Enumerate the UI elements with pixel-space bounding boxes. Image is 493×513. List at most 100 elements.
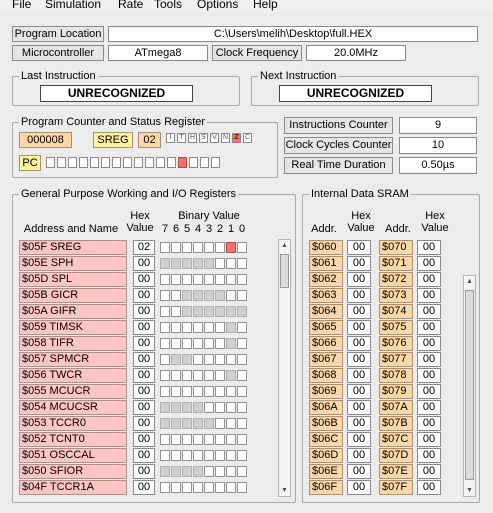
register-bit[interactable]	[215, 338, 225, 349]
register-bit[interactable]	[171, 386, 181, 397]
register-bit[interactable]	[160, 306, 170, 317]
register-bit[interactable]	[182, 466, 192, 477]
register-bit[interactable]	[160, 434, 170, 445]
register-hex-value[interactable]: 00	[133, 448, 155, 463]
register-bit[interactable]	[171, 258, 181, 269]
register-bit[interactable]	[193, 418, 203, 429]
register-bit[interactable]	[226, 290, 236, 301]
sram-value[interactable]: 00	[417, 368, 441, 383]
register-bit[interactable]	[204, 322, 214, 333]
register-bit[interactable]	[193, 338, 203, 349]
register-bit[interactable]	[193, 434, 203, 445]
register-bit[interactable]	[171, 402, 181, 413]
sram-value[interactable]: 00	[417, 400, 441, 415]
menu-file[interactable]: File	[12, 0, 31, 11]
sreg-flag-n[interactable]: N	[221, 133, 230, 143]
register-bit[interactable]	[226, 338, 236, 349]
register-hex-value[interactable]: 00	[133, 368, 155, 383]
register-bit[interactable]	[237, 450, 247, 461]
sram-value[interactable]: 00	[417, 320, 441, 335]
register-bit[interactable]	[204, 370, 214, 381]
register-bit[interactable]	[160, 450, 170, 461]
pc-bit[interactable]	[123, 157, 132, 168]
register-bit[interactable]	[215, 370, 225, 381]
register-bit[interactable]	[182, 338, 192, 349]
register-hex-value[interactable]: 00	[133, 320, 155, 335]
register-bit[interactable]	[171, 338, 181, 349]
register-bit[interactable]	[182, 386, 192, 397]
register-bit[interactable]	[237, 306, 247, 317]
register-bit[interactable]	[171, 242, 181, 253]
register-bit[interactable]	[215, 354, 225, 365]
register-bit[interactable]	[204, 386, 214, 397]
register-bit[interactable]	[226, 450, 236, 461]
pc-bit[interactable]	[167, 157, 176, 168]
register-bit[interactable]	[237, 434, 247, 445]
register-bit[interactable]	[160, 274, 170, 285]
register-bit[interactable]	[193, 450, 203, 461]
sram-value[interactable]: 00	[417, 384, 441, 399]
register-bit[interactable]	[215, 418, 225, 429]
register-bit[interactable]	[204, 434, 214, 445]
sram-value[interactable]: 00	[347, 336, 371, 351]
register-bit[interactable]	[204, 338, 214, 349]
register-bit[interactable]	[204, 258, 214, 269]
sram-value[interactable]: 00	[347, 256, 371, 271]
register-hex-value[interactable]: 00	[133, 464, 155, 479]
register-bit[interactable]	[182, 322, 192, 333]
register-bit[interactable]	[226, 354, 236, 365]
register-bit[interactable]	[193, 290, 203, 301]
register-bit[interactable]	[204, 274, 214, 285]
sreg-flag-c[interactable]: C	[243, 133, 252, 143]
register-bit[interactable]	[237, 402, 247, 413]
register-hex-value[interactable]: 00	[133, 352, 155, 367]
sram-value[interactable]: 00	[347, 480, 371, 495]
register-bit[interactable]	[193, 386, 203, 397]
sram-value[interactable]: 00	[417, 416, 441, 431]
pc-bit[interactable]	[178, 157, 187, 168]
sram-value[interactable]: 00	[417, 448, 441, 463]
register-hex-value[interactable]: 00	[133, 480, 155, 495]
register-bit[interactable]	[204, 450, 214, 461]
register-bit[interactable]	[193, 322, 203, 333]
pc-bit[interactable]	[101, 157, 110, 168]
register-bit[interactable]	[226, 306, 236, 317]
register-bit[interactable]	[171, 322, 181, 333]
register-bit[interactable]	[215, 386, 225, 397]
register-bit[interactable]	[204, 402, 214, 413]
sram-value[interactable]: 00	[347, 368, 371, 383]
register-bit[interactable]	[215, 258, 225, 269]
register-bit[interactable]	[171, 466, 181, 477]
register-bit[interactable]	[237, 274, 247, 285]
sram-value[interactable]: 00	[347, 304, 371, 319]
register-hex-value[interactable]: 00	[133, 416, 155, 431]
sram-value[interactable]: 00	[347, 288, 371, 303]
register-bit[interactable]	[226, 466, 236, 477]
sram-value[interactable]: 00	[347, 352, 371, 367]
register-bit[interactable]	[193, 482, 203, 493]
register-hex-value[interactable]: 00	[133, 256, 155, 271]
register-bit[interactable]	[237, 338, 247, 349]
scroll-down-icon[interactable]: ▼	[279, 485, 290, 496]
register-bit[interactable]	[237, 354, 247, 365]
register-bit[interactable]	[215, 434, 225, 445]
register-bit[interactable]	[182, 418, 192, 429]
sram-value[interactable]: 00	[347, 320, 371, 335]
register-bit[interactable]	[204, 354, 214, 365]
register-bit[interactable]	[160, 482, 170, 493]
register-bit[interactable]	[171, 274, 181, 285]
sram-value[interactable]: 00	[417, 272, 441, 287]
register-bit[interactable]	[160, 258, 170, 269]
register-bit[interactable]	[215, 290, 225, 301]
sram-value[interactable]: 00	[417, 464, 441, 479]
sram-value[interactable]: 00	[417, 480, 441, 495]
register-bit[interactable]	[182, 354, 192, 365]
register-bit[interactable]	[204, 466, 214, 477]
sreg-flag-z[interactable]: Z	[232, 133, 241, 143]
pc-bit[interactable]	[156, 157, 165, 168]
scroll-up-icon[interactable]: ▲	[279, 240, 290, 251]
register-bit[interactable]	[160, 354, 170, 365]
register-bit[interactable]	[226, 402, 236, 413]
sram-scroll-thumb[interactable]	[465, 290, 474, 480]
sreg-flag-v[interactable]: V	[210, 133, 219, 143]
